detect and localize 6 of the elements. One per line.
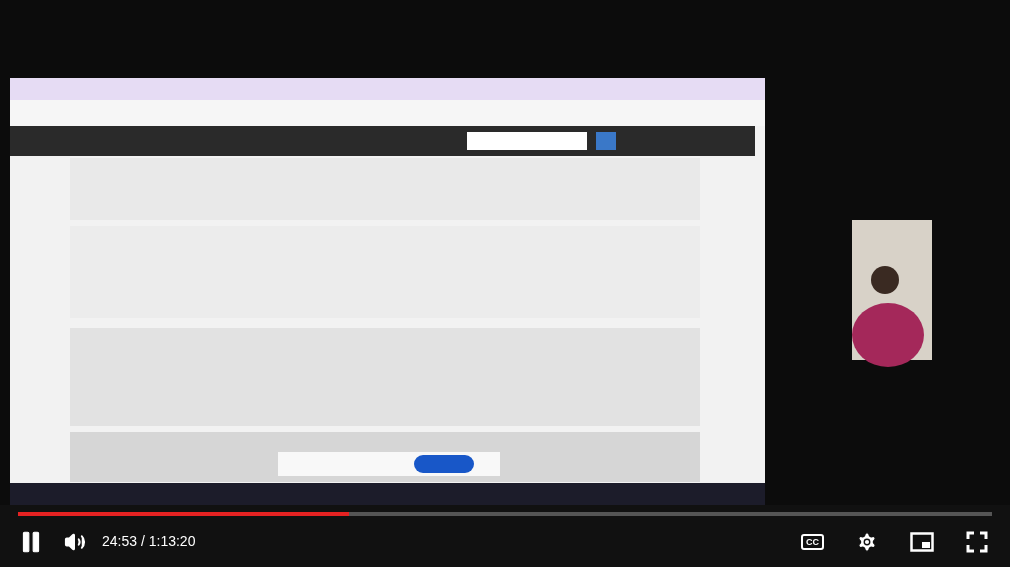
settings-button[interactable] (856, 530, 878, 553)
captions-button[interactable]: CC (801, 533, 824, 550)
progress-track[interactable] (18, 512, 992, 516)
miniplayer-button[interactable] (910, 531, 934, 552)
fullscreen-button[interactable] (966, 530, 988, 553)
time-display: 24:53 / 1:13:20 (102, 532, 196, 551)
